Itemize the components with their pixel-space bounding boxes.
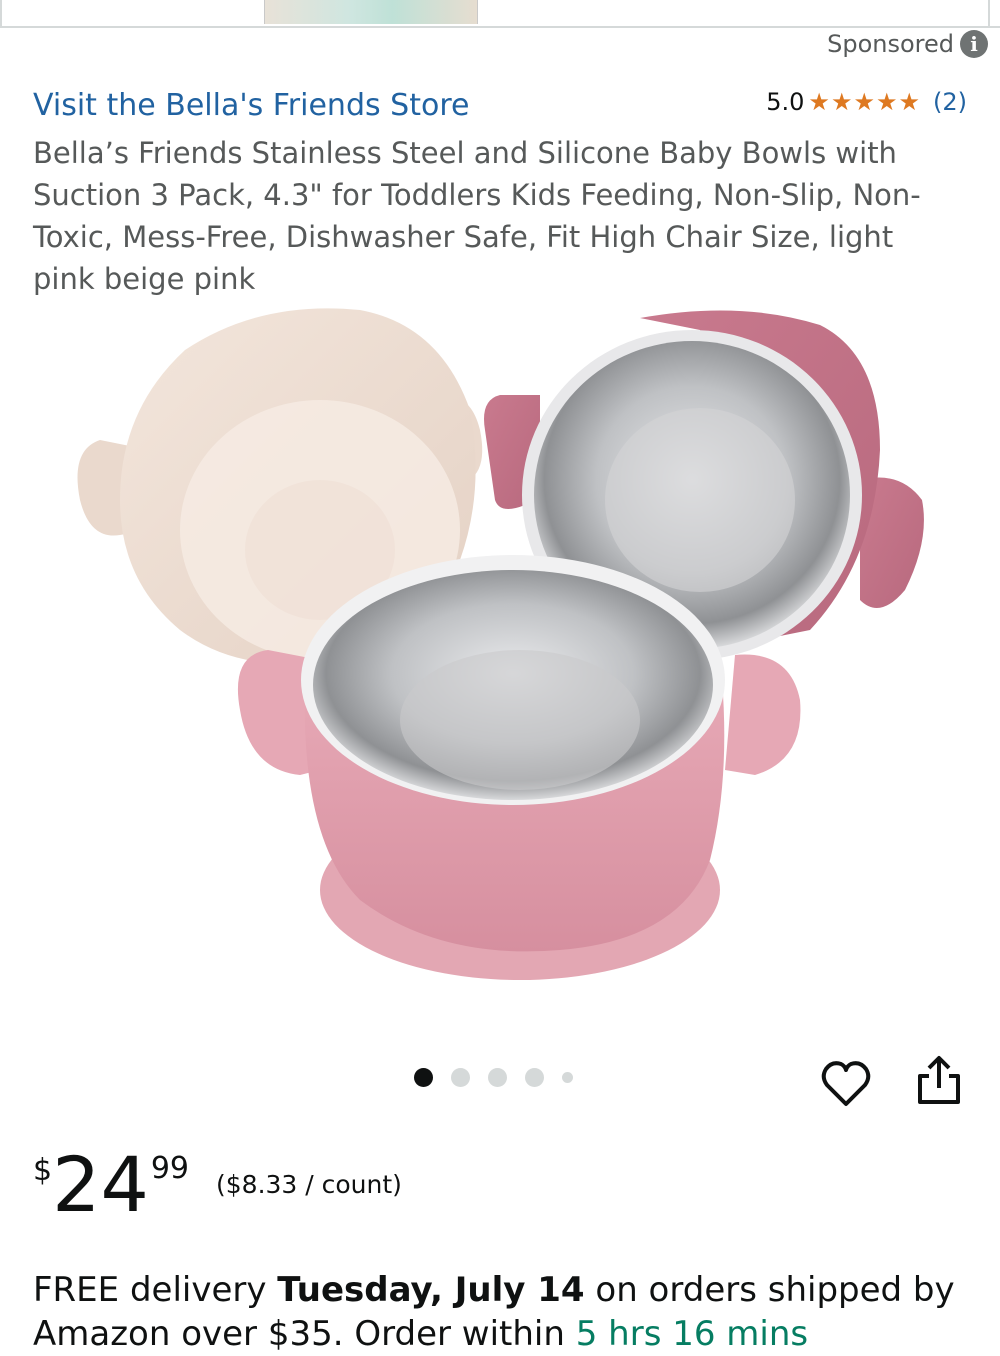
carousel-dot[interactable] [414, 1068, 433, 1087]
rating-summary[interactable]: 5.0 ★★★★★ (2) [766, 88, 967, 116]
rating-count-link[interactable]: (2) [933, 88, 967, 116]
star-rating-icon: ★★★★★ [808, 88, 921, 116]
store-link[interactable]: Visit the Bella's Friends Store [33, 88, 469, 123]
carousel-dot[interactable] [562, 1072, 573, 1083]
previous-product-card [0, 0, 1000, 28]
product-title: Bella’s Friends Stainless Steel and Sili… [33, 136, 921, 296]
price-symbol: $ [33, 1153, 53, 1188]
previous-product-thumbnail[interactable] [264, 0, 478, 24]
sponsored-text: Sponsored [827, 30, 954, 58]
card-border-left [0, 0, 2, 26]
delivery-countdown: 5 hrs 16 mins [575, 1314, 809, 1354]
product-image[interactable] [0, 300, 1000, 1030]
rating-score: 5.0 [766, 88, 805, 116]
price-fraction: 99 [150, 1151, 189, 1186]
delivery-prefix: FREE delivery [33, 1270, 278, 1310]
delivery-info: FREE delivery Tuesday, July 14 on orders… [33, 1268, 993, 1356]
unit-price: ($8.33 / count) [216, 1170, 402, 1199]
price: $ 24 99 [33, 1145, 189, 1225]
carousel-dot[interactable] [451, 1068, 470, 1087]
price-whole: 24 [52, 1140, 149, 1229]
carousel-dot[interactable] [488, 1068, 507, 1087]
delivery-date: Tuesday, July 14 [277, 1270, 585, 1310]
image-carousel-dots[interactable] [414, 1068, 573, 1087]
sponsored-label[interactable]: Sponsored i [827, 30, 988, 58]
card-border-right [988, 0, 990, 26]
info-icon[interactable]: i [960, 30, 988, 58]
heart-icon[interactable] [820, 1058, 872, 1110]
carousel-dot[interactable] [525, 1068, 544, 1087]
share-icon[interactable] [912, 1052, 966, 1108]
